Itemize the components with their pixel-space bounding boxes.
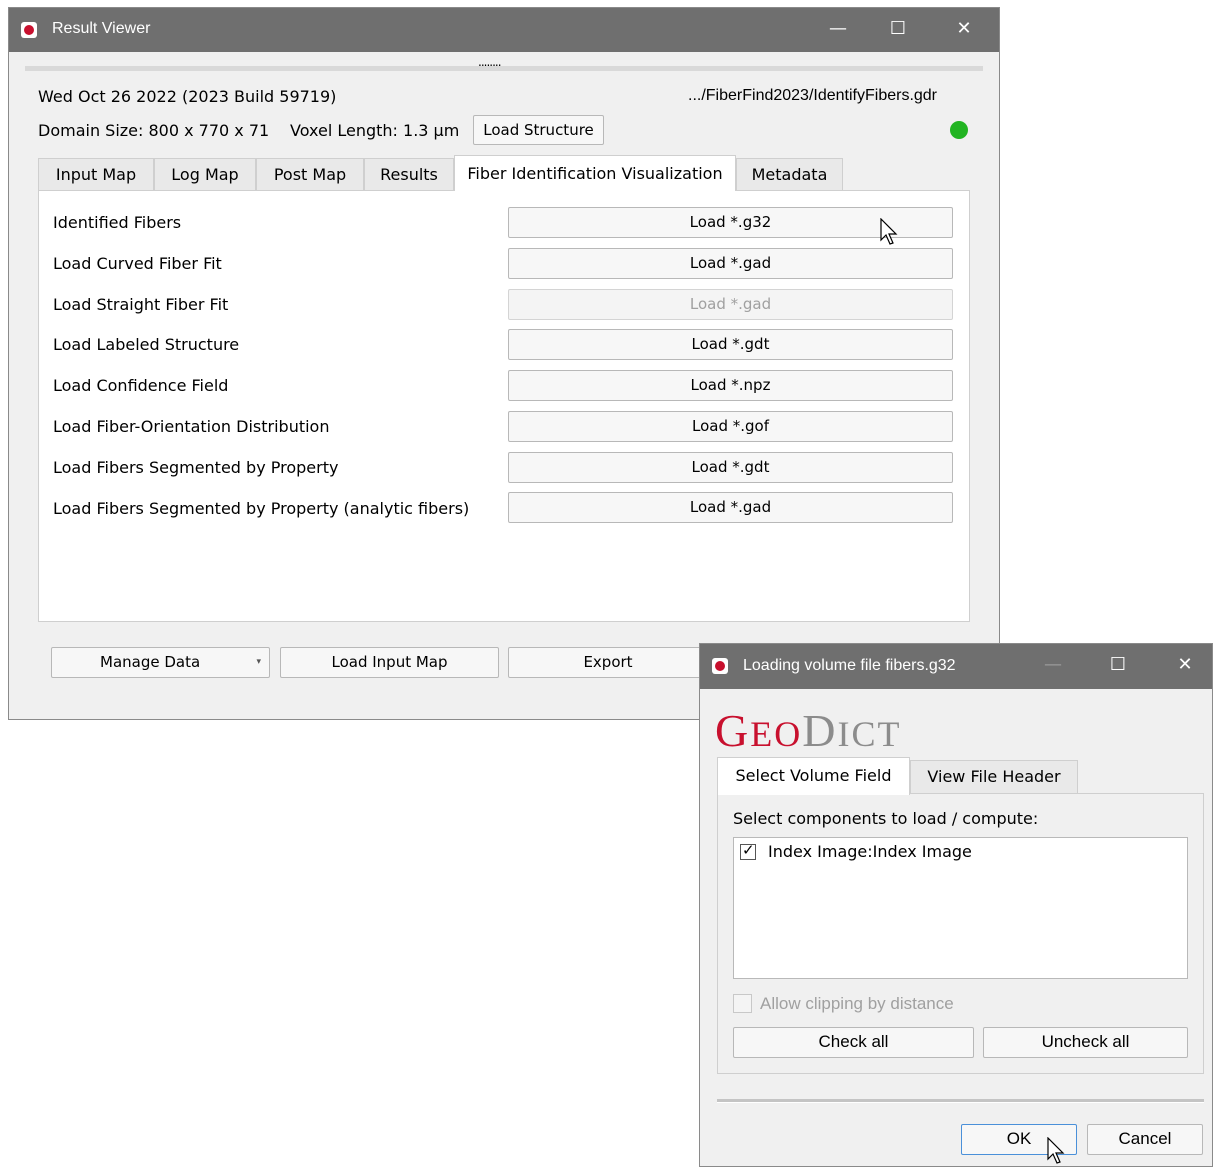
load-labeled-structure-button[interactable]: Load *.gdt [508, 329, 953, 360]
tab-post-map[interactable]: Post Map [256, 158, 364, 190]
geodict-logo: GEODICT [715, 705, 902, 756]
export-button[interactable]: Export [508, 647, 708, 678]
close-button[interactable]: ✕ [1162, 644, 1208, 688]
tab-results[interactable]: Results [364, 158, 454, 190]
dialog-title: Loading volume file fibers.g32 [743, 657, 956, 674]
tab-select-volume-field[interactable]: Select Volume Field [717, 757, 910, 795]
row-label: Load Labeled Structure [53, 335, 240, 354]
tab-view-file-header[interactable]: View File Header [910, 760, 1078, 793]
status-indicator [950, 121, 968, 139]
minimize-button[interactable]: — [1030, 644, 1076, 688]
dialog-titlebar: Loading volume file fibers.g32 — ☐ ✕ [700, 644, 1212, 689]
row-label: Load Curved Fiber Fit [53, 254, 222, 273]
row-label: Load Fibers Segmented by Property [53, 458, 339, 477]
allow-clipping-checkbox[interactable] [733, 994, 752, 1013]
date-build-text: Wed Oct 26 2022 (2023 Build 59719) [38, 87, 337, 106]
load-input-map-button[interactable]: Load Input Map [280, 647, 499, 678]
uncheck-all-button[interactable]: Uncheck all [983, 1027, 1188, 1058]
window-title: Result Viewer [52, 20, 151, 37]
maximize-button[interactable]: ☐ [1095, 644, 1141, 688]
load-straight-fit-button[interactable]: Load *.gad [508, 289, 953, 320]
load-segmented-analytic-button[interactable]: Load *.gad [508, 492, 953, 523]
mouse-cursor-icon [1047, 1137, 1065, 1164]
check-all-button[interactable]: Check all [733, 1027, 974, 1058]
geodict-app-icon [21, 22, 37, 38]
row-label: Load Fiber-Orientation Distribution [53, 417, 330, 436]
tab-input-map[interactable]: Input Map [38, 158, 154, 190]
mouse-cursor-icon [880, 218, 898, 245]
manage-data-dropdown[interactable]: Manage Data ▾ [51, 647, 270, 678]
components-list[interactable]: ✓ Index Image:Index Image [733, 837, 1188, 979]
loading-dialog-window: Loading volume file fibers.g32 — ☐ ✕ GEO… [699, 643, 1213, 1167]
row-label: Load Fibers Segmented by Property (analy… [53, 499, 470, 518]
geodict-app-icon [712, 658, 728, 674]
load-segmented-button[interactable]: Load *.gdt [508, 452, 953, 483]
checkmark-icon: ✓ [742, 841, 755, 859]
row-label: Identified Fibers [53, 213, 182, 232]
load-confidence-field-button[interactable]: Load *.npz [508, 370, 953, 401]
cancel-button[interactable]: Cancel [1087, 1124, 1203, 1155]
close-button[interactable]: ✕ [941, 8, 987, 52]
load-fod-button[interactable]: Load *.gof [508, 411, 953, 442]
splitter-grip: ........ [478, 55, 501, 69]
maximize-button[interactable]: ☐ [875, 8, 921, 52]
tab-metadata[interactable]: Metadata [736, 158, 843, 190]
splitter-handle[interactable] [25, 66, 983, 71]
manage-data-label: Manage Data [100, 653, 201, 671]
chevron-down-icon: ▾ [256, 657, 261, 667]
voxel-length-text: Voxel Length: 1.3 µm [290, 121, 460, 140]
checkbox-index-image[interactable]: ✓ [740, 841, 756, 860]
load-structure-button[interactable]: Load Structure [473, 115, 604, 145]
load-curved-fit-button[interactable]: Load *.gad [508, 248, 953, 279]
component-label: Index Image:Index Image [768, 842, 972, 861]
tab-log-map[interactable]: Log Map [154, 158, 256, 190]
result-viewer-titlebar: Result Viewer — ☐ ✕ [9, 8, 999, 52]
tab-fiber-identification-visualization[interactable]: Fiber Identification Visualization [454, 155, 736, 191]
file-path-text: .../FiberFind2023/IdentifyFibers.gdr [688, 87, 938, 104]
domain-size-text: Domain Size: 800 x 770 x 71 [38, 121, 270, 140]
row-label: Load Confidence Field [53, 376, 229, 395]
instruction-text: Select components to load / compute: [733, 809, 1039, 828]
minimize-button[interactable]: — [815, 8, 861, 52]
divider [717, 1099, 1204, 1103]
row-label: Load Straight Fiber Fit [53, 295, 229, 314]
allow-clipping-label: Allow clipping by distance [760, 994, 954, 1013]
